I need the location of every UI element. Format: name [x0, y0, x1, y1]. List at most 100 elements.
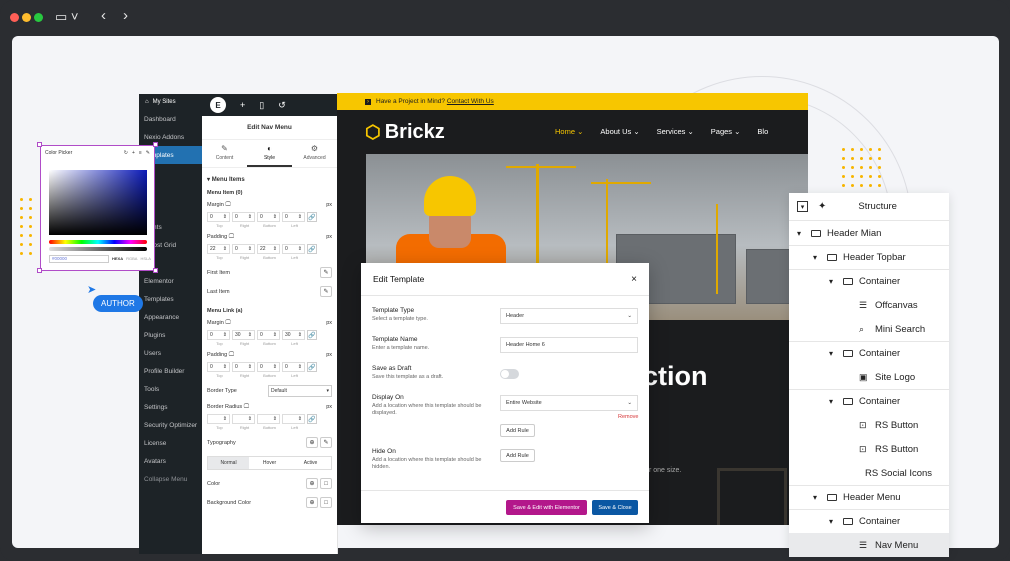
margin-top-input[interactable]: 0 ⇕	[207, 212, 230, 222]
section-menu-items[interactable]: ▾ Menu Items	[202, 168, 337, 187]
link-margin-top-input[interactable]: 0 ⇕	[207, 330, 230, 340]
pencil-icon[interactable]: ✎	[320, 267, 332, 278]
color-swatch[interactable]: □	[320, 497, 332, 508]
save-edit-button[interactable]: Save & Edit with Elementor	[506, 500, 587, 515]
mode-hexa[interactable]: HEXA	[112, 256, 123, 261]
add-icon[interactable]: +	[132, 150, 135, 156]
wp-menu-item[interactable]: Appearance	[139, 308, 211, 326]
template-name-input[interactable]: Header Home 6	[500, 337, 638, 353]
resize-handle[interactable]	[153, 142, 158, 147]
alpha-slider[interactable]	[49, 247, 147, 251]
link-icon[interactable]: 🔗	[307, 212, 317, 222]
display-on-select[interactable]: Entire Website ⌄	[500, 395, 638, 411]
chevron-down-icon[interactable]: ▾	[829, 517, 837, 526]
structure-item[interactable]: ▾ Header Topbar	[789, 245, 949, 269]
structure-item[interactable]: RS Social Icons	[789, 461, 949, 485]
reset-icon[interactable]: ↻	[124, 150, 128, 156]
wp-menu-item[interactable]: Avatars	[139, 452, 211, 470]
radius-right-input[interactable]: ⇕	[232, 414, 255, 424]
history-icon[interactable]: ↺	[278, 100, 286, 111]
collapse-icon[interactable]: ▾	[797, 201, 808, 212]
globe-icon[interactable]: ⊕	[306, 437, 318, 448]
add-rule-button[interactable]: Add Rule	[500, 449, 535, 462]
resize-handle[interactable]	[153, 268, 158, 273]
structure-item[interactable]: ▾ Header Menu	[789, 485, 949, 509]
link-padding-bottom-input[interactable]: 0 ⇕	[257, 362, 280, 372]
structure-item[interactable]: ▾ Container	[789, 389, 949, 413]
page-icon[interactable]: ▯	[259, 100, 264, 111]
link-icon[interactable]: 🔗	[307, 362, 317, 372]
add-rule-button[interactable]: Add Rule	[500, 424, 535, 437]
link-icon[interactable]: 🔗	[307, 414, 317, 424]
wp-menu-item[interactable]: Profile Builder	[139, 362, 211, 380]
chevron-down-icon[interactable]: ▾	[829, 397, 837, 406]
margin-left-input[interactable]: 0 ⇕	[282, 212, 305, 222]
chevron-down-icon[interactable]: ▾	[797, 229, 805, 238]
eyedropper-icon[interactable]: ✎	[146, 150, 150, 156]
tab-style[interactable]: ◐ Style	[247, 140, 292, 167]
pencil-icon[interactable]: ✎	[320, 286, 332, 297]
wp-menu-item[interactable]: Elementor	[139, 272, 211, 290]
nav-pages[interactable]: Pages ⌄	[711, 127, 741, 136]
nav-blog[interactable]: Blo	[757, 127, 768, 136]
structure-item[interactable]: ▾ Container	[789, 269, 949, 293]
link-icon[interactable]: 🔗	[307, 330, 317, 340]
globe-icon[interactable]: ⊕	[306, 497, 318, 508]
back-icon[interactable]: ‹	[101, 8, 106, 24]
structure-item[interactable]: ▾ Header Mian	[789, 221, 949, 245]
forward-icon[interactable]: ›	[123, 8, 128, 24]
wp-menu-item[interactable]: Templates	[139, 290, 211, 308]
structure-item[interactable]: ▣ Site Logo	[789, 365, 949, 389]
chevron-down-icon[interactable]: ▾	[829, 349, 837, 358]
radius-top-input[interactable]: ⇕	[207, 414, 230, 424]
link-margin-right-input[interactable]: 30 ⇕	[232, 330, 255, 340]
wp-menu-item[interactable]: Collapse Menu	[139, 470, 211, 488]
remove-link[interactable]: Remove	[618, 414, 638, 420]
color-swatch[interactable]: □	[320, 478, 332, 489]
tab-content[interactable]: ✎ Content	[202, 140, 247, 167]
wp-logo-icon[interactable]: ⌂	[145, 99, 149, 105]
link-margin-bottom-input[interactable]: 0 ⇕	[257, 330, 280, 340]
draft-toggle[interactable]	[500, 369, 519, 379]
globe-icon[interactable]: ⊕	[306, 478, 318, 489]
tab-active[interactable]: Active	[290, 457, 331, 469]
mode-rgba[interactable]: RGBA	[126, 256, 137, 261]
pencil-icon[interactable]: ✎	[320, 437, 332, 448]
add-icon[interactable]: +	[240, 100, 245, 110]
sidebar-toggle-icon[interactable]: ▭ ˅	[55, 8, 79, 26]
structure-item[interactable]: ▾ Container	[789, 341, 949, 365]
nav-about[interactable]: About Us ⌄	[600, 127, 639, 136]
site-logo[interactable]: ⬡ Brickz	[365, 121, 445, 144]
resize-handle[interactable]	[37, 268, 42, 273]
radius-bottom-input[interactable]: ⇕	[257, 414, 280, 424]
wp-menu-item[interactable]: Tools	[139, 380, 211, 398]
structure-item[interactable]: ⊡ RS Button	[789, 437, 949, 461]
chevron-down-icon[interactable]: ▾	[829, 277, 837, 286]
link-padding-right-input[interactable]: 0 ⇕	[232, 362, 255, 372]
close-window-dot[interactable]	[10, 13, 19, 22]
nav-home[interactable]: Home ⌄	[555, 127, 583, 136]
tab-normal[interactable]: Normal	[208, 457, 249, 469]
link-margin-left-input[interactable]: 30 ⇕	[282, 330, 305, 340]
structure-item[interactable]: ⌕ Mini Search	[789, 317, 949, 341]
sparkle-icon[interactable]: ✦	[818, 201, 826, 212]
hue-slider[interactable]	[49, 240, 147, 244]
tab-hover[interactable]: Hover	[249, 457, 290, 469]
padding-left-input[interactable]: 0 ⇕	[282, 244, 305, 254]
hex-input[interactable]: #00000	[49, 255, 109, 263]
tab-advanced[interactable]: ⚙ Advanced	[292, 140, 337, 167]
structure-item[interactable]: ▾ Container	[789, 509, 949, 533]
template-type-select[interactable]: Header ⌄	[500, 308, 638, 324]
wp-menu-item[interactable]: Plugins	[139, 326, 211, 344]
close-icon[interactable]: ×	[631, 274, 637, 285]
wp-menu-item[interactable]: Dashboard	[139, 110, 211, 128]
save-close-button[interactable]: Save & Close	[592, 500, 638, 515]
structure-item[interactable]: ☰ Offcanvas	[789, 293, 949, 317]
resize-handle[interactable]	[37, 142, 42, 147]
chevron-down-icon[interactable]: ▾	[813, 253, 821, 262]
padding-top-input[interactable]: 22 ⇕	[207, 244, 230, 254]
elementor-logo-icon[interactable]: E	[210, 97, 226, 113]
maximize-window-dot[interactable]	[34, 13, 43, 22]
mode-hsla[interactable]: HSLA	[140, 256, 150, 261]
my-sites-label[interactable]: My Sites	[153, 99, 176, 105]
